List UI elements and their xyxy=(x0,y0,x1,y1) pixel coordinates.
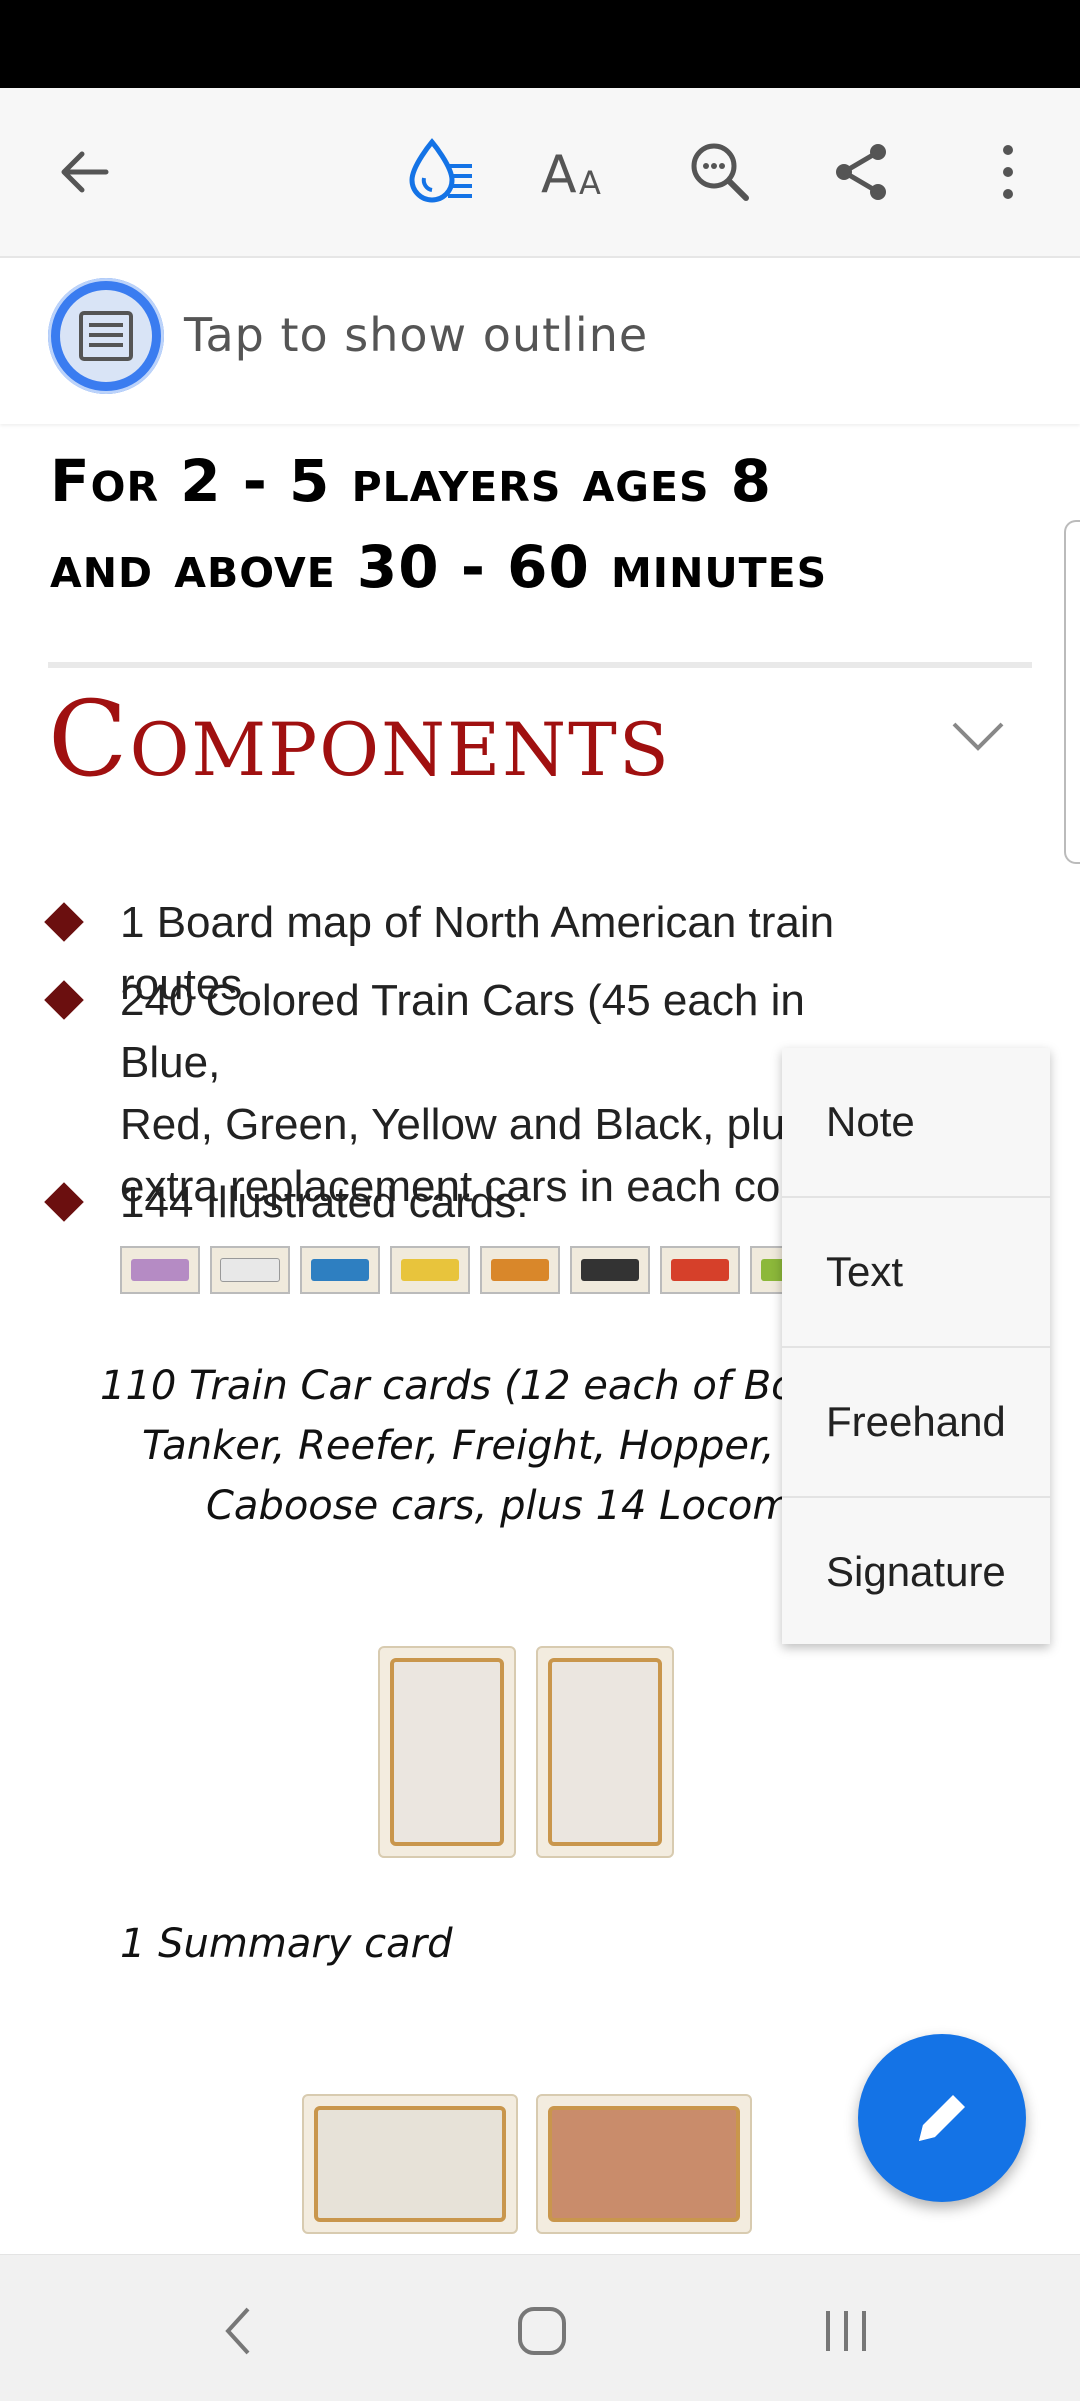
card-thumbnail xyxy=(120,1246,200,1294)
share-icon[interactable] xyxy=(812,122,912,222)
card-thumbnail xyxy=(390,1246,470,1294)
outline-bar[interactable]: Tap to show outline xyxy=(0,258,1080,424)
svg-text:A: A xyxy=(541,145,577,202)
list-item: 144 Illustrated cards: xyxy=(120,1172,880,1234)
card-thumbnail xyxy=(210,1246,290,1294)
bullet-icon xyxy=(44,1182,84,1222)
summary-caption: 1 Summary card xyxy=(120,1921,453,1967)
outline-list-icon xyxy=(79,311,133,361)
annotation-menu: Note Text Freehand Signature xyxy=(782,1048,1050,1644)
card-thumbnail xyxy=(660,1246,740,1294)
menu-item-freehand[interactable]: Freehand xyxy=(782,1348,1050,1498)
liquid-mode-icon[interactable] xyxy=(390,122,490,222)
edit-pencil-icon xyxy=(919,2095,965,2141)
nav-recents-icon[interactable] xyxy=(806,2291,886,2371)
summary-card-image xyxy=(536,1646,674,1858)
summary-card-image xyxy=(378,1646,516,1858)
list-item-line: 144 Illustrated cards: xyxy=(120,1178,529,1227)
nav-back-icon[interactable] xyxy=(198,2291,278,2371)
system-nav-bar xyxy=(0,2254,1080,2401)
top-toolbar: A A xyxy=(0,88,1080,258)
back-arrow-icon[interactable] xyxy=(34,122,134,222)
search-icon[interactable] xyxy=(670,122,770,222)
menu-item-note[interactable]: Note xyxy=(782,1048,1050,1198)
card-back-image xyxy=(536,2094,752,2234)
outline-button[interactable] xyxy=(48,278,164,394)
headline-line-1: For 2 - 5 players ages 8 xyxy=(50,447,773,515)
list-item-line: Red, Green, Yellow and Black, plus s xyxy=(120,1100,842,1149)
svg-text:A: A xyxy=(579,164,601,202)
scroll-handle[interactable] xyxy=(1064,520,1080,864)
card-thumbnail xyxy=(480,1246,560,1294)
menu-item-text[interactable]: Text xyxy=(782,1198,1050,1348)
headline-line-2: and above 30 - 60 minutes xyxy=(50,533,828,601)
card-thumbnail xyxy=(570,1246,650,1294)
page-headline: For 2 - 5 players ages 8 and above 30 - … xyxy=(50,438,1030,610)
nav-home-icon[interactable] xyxy=(502,2291,582,2371)
more-vert-icon[interactable] xyxy=(958,122,1058,222)
card-thumbnails xyxy=(120,1246,830,1296)
edit-fab-button[interactable] xyxy=(858,2034,1026,2202)
ticket-card-image xyxy=(302,2094,518,2234)
chevron-down-icon[interactable] xyxy=(950,720,1006,756)
bullet-icon xyxy=(44,980,84,1020)
outline-label: Tap to show outline xyxy=(184,308,649,362)
text-size-icon[interactable]: A A xyxy=(527,122,627,222)
list-item-line: 240 Colored Train Cars (45 each in Blue, xyxy=(120,976,805,1087)
card-thumbnail xyxy=(300,1246,380,1294)
bullet-icon xyxy=(44,902,84,942)
menu-item-signature[interactable]: Signature xyxy=(782,1498,1050,1646)
status-bar xyxy=(0,0,1080,88)
section-title: Components xyxy=(48,678,671,800)
divider xyxy=(48,662,1032,668)
